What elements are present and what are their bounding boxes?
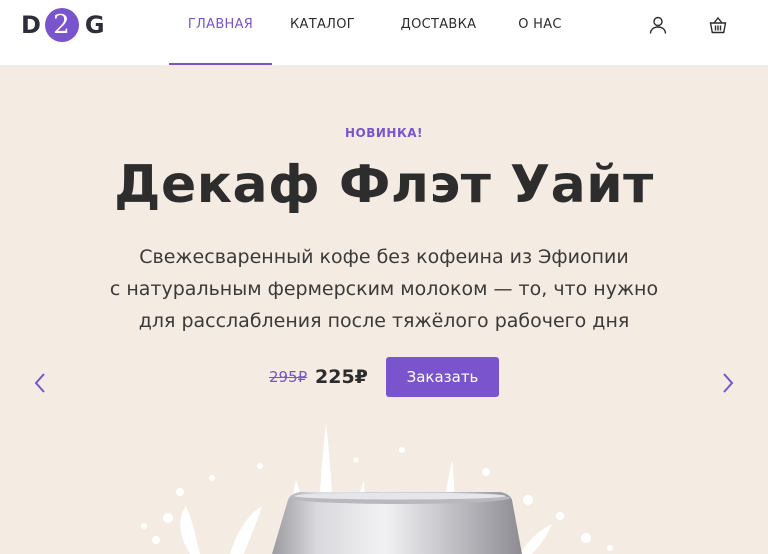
description-line: с натуральным фермерским молоком — то, ч… — [109, 278, 659, 300]
nav-item-catalog[interactable]: КАТАЛОГ — [272, 0, 373, 65]
hero-title: Декаф Флэт Уайт — [114, 155, 654, 215]
nav-item-label: ДОСТАВКА — [400, 16, 477, 32]
hero-slider: НОВИНКА! Декаф Флэт Уайт Свежесваренный … — [0, 65, 768, 554]
description-line: Свежесваренный кофе без кофеина из Эфиоп… — [139, 246, 629, 268]
new-price: 225₽ — [315, 366, 368, 388]
logo-letter-g: G — [84, 11, 106, 39]
nav-item-label: О НАС — [518, 16, 562, 32]
main-nav: ГЛАВНАЯ КАТАЛОГ ДОСТАВКА О НАС — [169, 0, 576, 65]
nav-item-label: ГЛАВНАЯ — [187, 16, 254, 32]
basket-icon[interactable] — [708, 15, 728, 35]
user-icon[interactable] — [648, 15, 668, 35]
coffee-can — [272, 492, 522, 554]
chevron-left-icon[interactable] — [33, 372, 47, 394]
logo-letter-d: D — [21, 11, 42, 39]
new-badge: НОВИНКА! — [344, 126, 424, 140]
logo[interactable]: D 2 G — [21, 6, 106, 44]
old-price: 295₽ — [269, 368, 308, 386]
nav-item-label: КАТАЛОГ — [290, 16, 355, 32]
logo-badge: 2 — [44, 8, 79, 42]
product-image — [0, 420, 768, 554]
site-header: D 2 G ГЛАВНАЯ КАТАЛОГ ДОСТАВКА О НАС — [0, 0, 768, 65]
nav-item-delivery[interactable]: ДОСТАВКА — [373, 0, 504, 65]
description-line: для расслабления после тяжёлого рабочего… — [138, 310, 630, 332]
chevron-right-icon[interactable] — [721, 372, 735, 394]
order-button[interactable]: Заказать — [386, 357, 499, 397]
price-row: 295₽ 225₽ Заказать — [0, 357, 768, 397]
hero-description: Свежесваренный кофе без кофеина из Эфиоп… — [90, 241, 678, 337]
nav-item-about[interactable]: О НАС — [504, 0, 576, 65]
nav-item-home[interactable]: ГЛАВНАЯ — [169, 0, 272, 65]
